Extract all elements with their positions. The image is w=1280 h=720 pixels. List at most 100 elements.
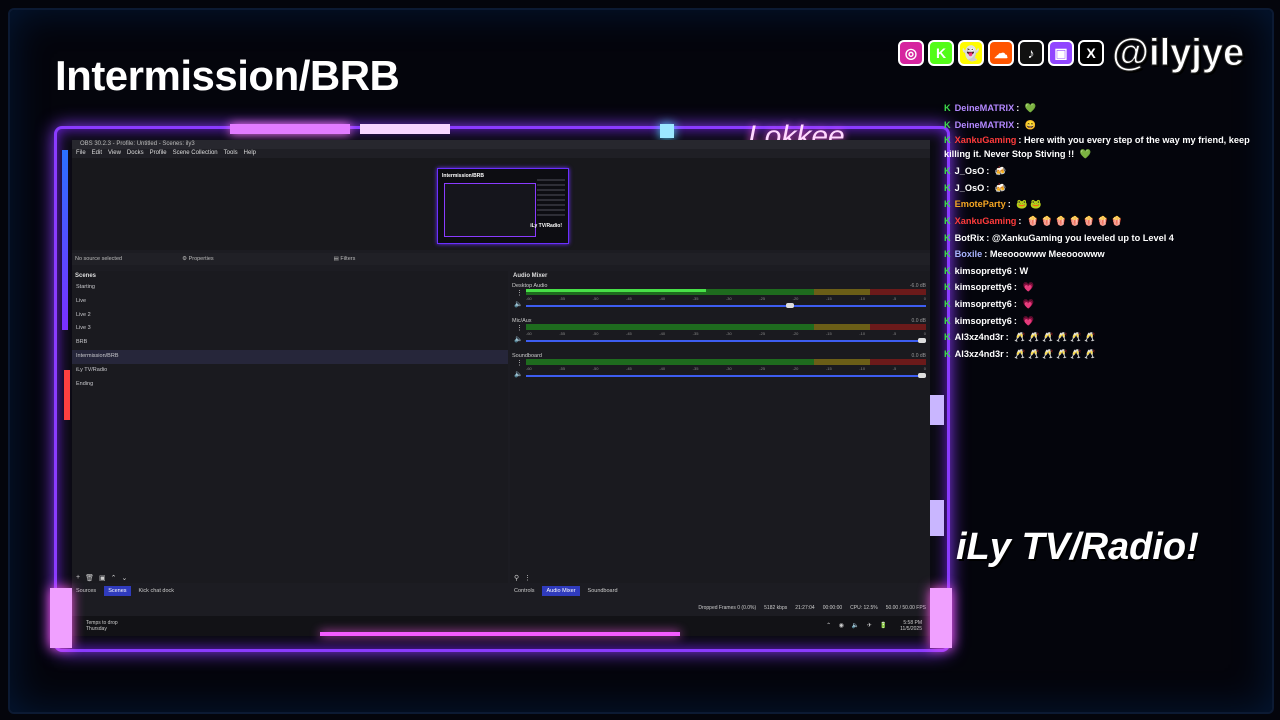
scale-tick: -10	[859, 331, 866, 336]
scene-item[interactable]: Live 3	[72, 322, 508, 336]
menu-item[interactable]: Profile	[150, 149, 167, 158]
chat-username[interactable]: kimsopretty6	[955, 299, 1012, 309]
chat-separator: :	[1013, 298, 1020, 309]
fader-handle[interactable]	[918, 373, 926, 378]
fps: 50.00 / 50.00 FPS	[885, 605, 926, 611]
menu-item[interactable]: Scene Collection	[173, 149, 218, 158]
chat-emote: 💚	[1079, 149, 1092, 160]
scale-tick: 0	[923, 296, 926, 301]
right-dock-bar: ⚲ ⋮ Controls Audio Mixer Soundboard	[510, 572, 930, 602]
preview-area[interactable]: Intermission/BRB iLy TV/Radio!	[72, 158, 930, 250]
scene-item[interactable]: Live 2	[72, 309, 508, 323]
preview-chat	[537, 179, 565, 219]
chat-separator: :	[1016, 119, 1022, 130]
obs-window: OBS 30.2.3 - Profile: Untitled - Scenes:…	[72, 140, 930, 636]
chat-username[interactable]: J_OsO	[955, 183, 985, 193]
scene-item[interactable]: Starting	[72, 281, 508, 295]
kick-badge-icon: K	[944, 119, 951, 130]
scene-item[interactable]: Ending	[72, 378, 508, 392]
menu-item[interactable]: View	[108, 149, 121, 158]
chat-username[interactable]: XankuGaming	[955, 216, 1017, 226]
menu-dots-icon[interactable]: ⋮	[516, 359, 523, 367]
chat-username[interactable]: EmoteParty	[955, 199, 1006, 209]
left-dock-bar: + 🗑 ▣ ⌃ ⌄ Sources Scenes Kick chat dock	[72, 572, 508, 602]
chat-username[interactable]: kimsopretty6	[955, 282, 1012, 292]
dock-tab[interactable]: Soundboard	[584, 586, 622, 596]
volume-fader[interactable]	[526, 303, 926, 308]
chat-username[interactable]: Al3xz4nd3r	[955, 332, 1004, 342]
link-icon[interactable]: ⚲	[514, 574, 519, 582]
scene-item[interactable]: Intermission/BRB	[72, 349, 508, 364]
volume-fader[interactable]	[526, 373, 926, 378]
properties-button[interactable]: ⚙ Properties	[182, 256, 274, 262]
kick-badge-icon: K	[944, 166, 951, 177]
soundcloud-icon[interactable]: ☁	[988, 40, 1014, 66]
scale-tick: -25	[759, 331, 766, 336]
weather-line2: Thursday	[86, 626, 107, 632]
chat-username[interactable]: BotRix	[955, 233, 985, 243]
twitch-icon[interactable]: ▣	[1048, 40, 1074, 66]
kick-badge-icon: K	[944, 249, 951, 260]
filter-icon[interactable]: ▣	[99, 574, 106, 582]
chat-username[interactable]: DeineMATRIX	[955, 120, 1015, 130]
add-icon[interactable]: +	[76, 574, 80, 582]
scale-tick: -20	[792, 331, 799, 336]
taskbar-clock[interactable]: 5:58 PM 11/5/2025	[900, 620, 922, 632]
fader-handle[interactable]	[918, 338, 926, 343]
menu-dots-icon[interactable]: ⋮	[516, 324, 523, 332]
scale-tick: -55	[559, 366, 566, 371]
scale-tick: -45	[625, 366, 632, 371]
kick-badge-icon: K	[944, 348, 951, 359]
kick-badge-icon: K	[944, 103, 951, 113]
chat-username[interactable]: kimsopretty6	[955, 266, 1012, 276]
menu-item[interactable]: Docks	[127, 149, 144, 158]
volume-fader[interactable]	[526, 338, 926, 343]
fader-handle[interactable]	[786, 303, 794, 308]
menu-item[interactable]: Tools	[224, 149, 238, 158]
track-controls: ⋮ -60 -55 -50 -45 -40 -35 -30 -25 -20 -15 -10 -5 0 🔈	[512, 289, 928, 315]
system-tray[interactable]: ⌃ ◉ 🔈 ✈ 🔋	[826, 622, 890, 629]
dock-tab[interactable]: Scenes	[104, 586, 131, 596]
chat-username[interactable]: J_OsO	[955, 166, 985, 176]
snapchat-icon[interactable]: 👻	[958, 40, 984, 66]
menu-item[interactable]: Help	[244, 149, 256, 158]
chat-username[interactable]: kimsopretty6	[955, 316, 1012, 326]
weather-widget[interactable]: Temps to drop Thursday	[86, 620, 118, 632]
scene-item[interactable]: Live	[72, 295, 508, 309]
speaker-icon[interactable]: 🔈	[514, 300, 523, 308]
trash-icon[interactable]: 🗑	[85, 574, 94, 582]
scale-tick: -40	[659, 296, 666, 301]
scene-item[interactable]: BRB	[72, 336, 508, 350]
scene-item[interactable]: iLy TV/Radio	[72, 364, 508, 378]
dock-tab[interactable]: Sources	[72, 586, 100, 596]
meter-level	[526, 289, 706, 292]
speaker-icon[interactable]: 🔈	[514, 370, 523, 378]
chevron-up-icon[interactable]: ⌃	[111, 574, 117, 582]
kick-badge-icon: K	[944, 182, 951, 193]
scale-tick: 0	[923, 331, 926, 336]
chat-feed: K DeineMATRIX: 💚 K DeineMATRIX: 😄 K XankuGami…	[944, 100, 1274, 370]
menu-item[interactable]: Edit	[92, 149, 102, 158]
x-icon[interactable]: X	[1078, 40, 1104, 66]
filters-button[interactable]: ▤ Filters	[334, 256, 416, 262]
menu-dots-icon[interactable]: ⋮	[516, 289, 523, 297]
chat-username[interactable]: Al3xz4nd3r	[955, 349, 1004, 359]
dock-tab[interactable]: Kick chat dock	[135, 586, 178, 596]
kick-icon[interactable]: K	[928, 40, 954, 66]
instagram-icon[interactable]: ◎	[898, 40, 924, 66]
scene-tools: + 🗑 ▣ ⌃ ⌄	[76, 574, 127, 582]
dock-tab[interactable]: Controls	[510, 586, 538, 596]
tagline: iLy TV/Radio!	[956, 526, 1199, 568]
dock-tab[interactable]: Audio Mixer	[542, 586, 580, 596]
menu-dots-icon[interactable]: ⋮	[524, 574, 531, 582]
preview-title: Intermission/BRB	[442, 173, 484, 179]
frame-decoration	[230, 124, 350, 134]
chevron-down-icon[interactable]: ⌄	[121, 574, 127, 582]
tiktok-icon[interactable]: ♪	[1018, 40, 1044, 66]
chat-username[interactable]: Boxile	[955, 249, 983, 259]
chat-username[interactable]: XankuGaming	[955, 135, 1017, 145]
speaker-icon[interactable]: 🔈	[514, 335, 523, 343]
mixer-header: Audio Mixer	[513, 273, 548, 279]
chat-username[interactable]: DeineMATRIX	[955, 103, 1015, 113]
menu-item[interactable]: File	[76, 149, 86, 158]
